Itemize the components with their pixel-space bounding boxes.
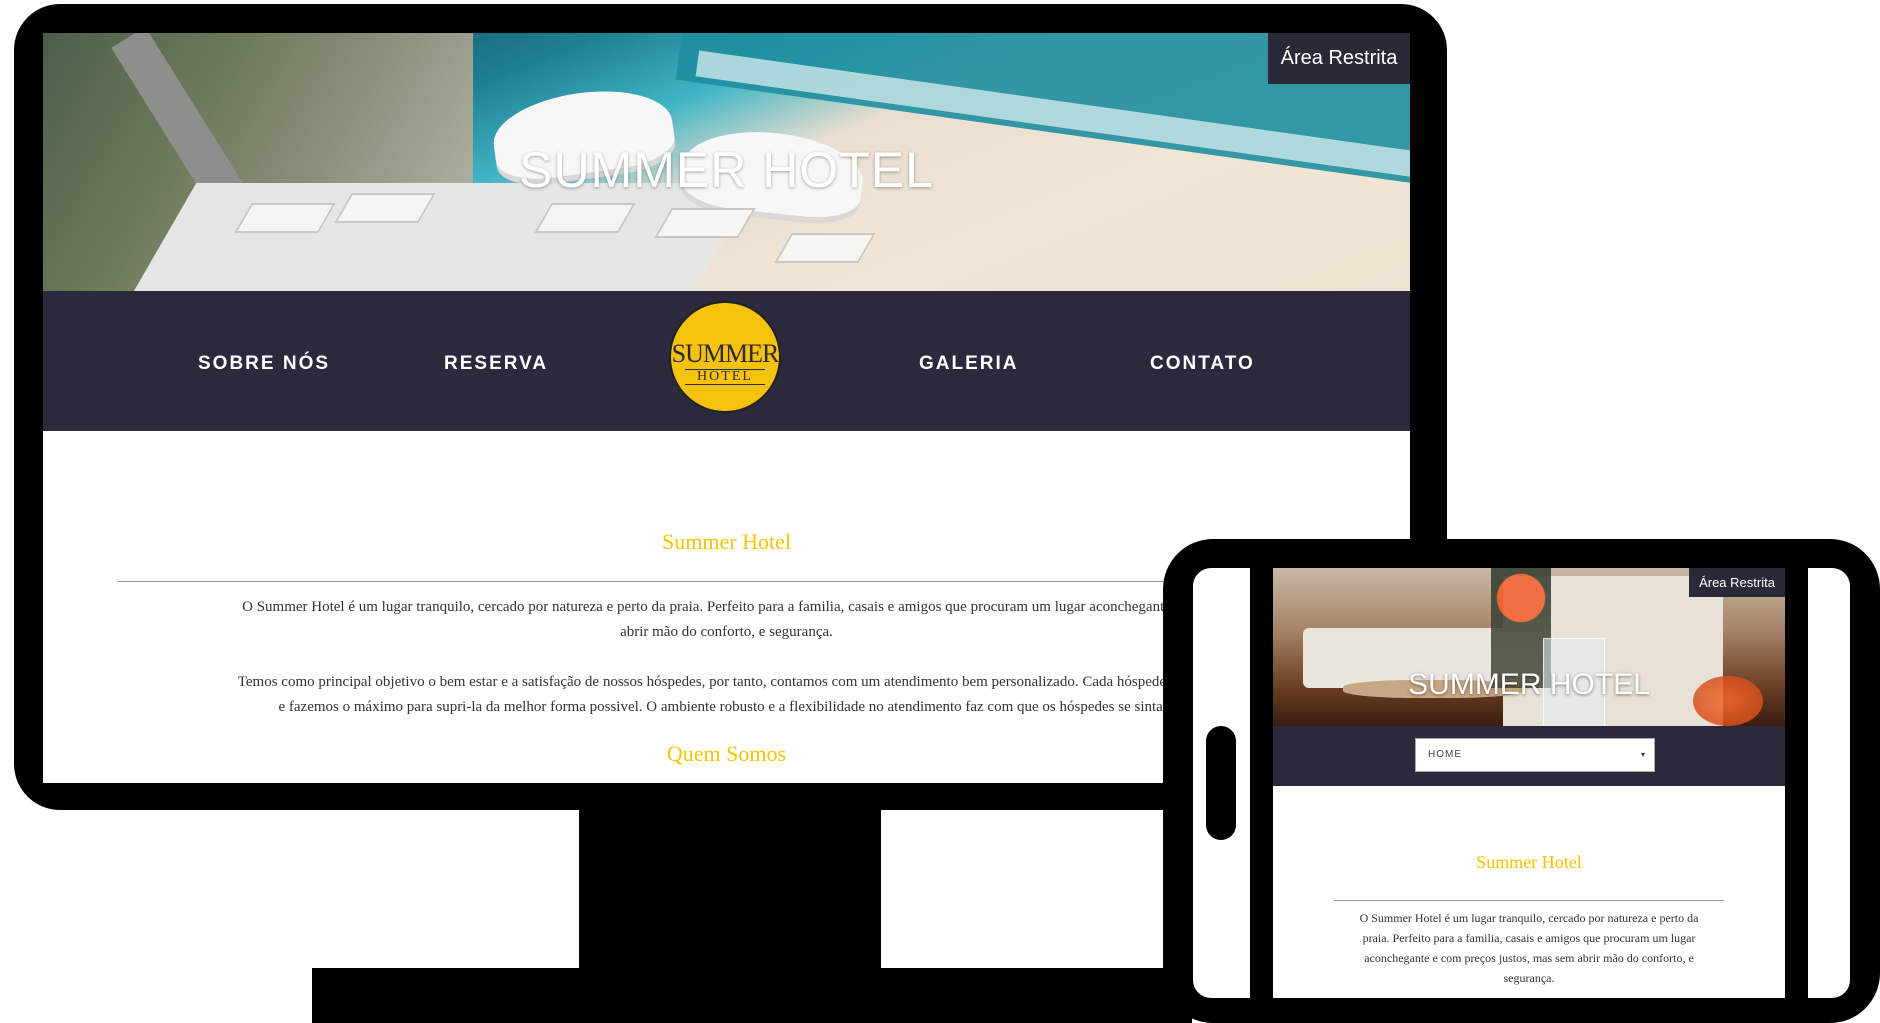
desktop-hero-banner: SUMMER HOTEL Área Restrita xyxy=(43,33,1410,291)
monitor-stand-base xyxy=(312,968,1192,1023)
tablet-nav-select[interactable]: HOME ▾ xyxy=(1415,738,1655,772)
tablet-hero-title: SUMMER HOTEL xyxy=(1408,668,1650,701)
desktop-nav-bar: SOBRE NÓS RESERVA SUMMER HOTEL GALERIA C… xyxy=(43,291,1410,431)
tablet-content: Summer Hotel O Summer Hotel é um lugar t… xyxy=(1273,786,1785,998)
nav-item-contato[interactable]: CONTATO xyxy=(1150,291,1255,431)
logo-text-summer: SUMMER xyxy=(671,339,780,368)
tablet-restricted-area-button[interactable]: Área Restrita xyxy=(1689,568,1785,597)
tablet-home-button xyxy=(1206,726,1236,840)
desktop-hero-title: SUMMER HOTEL xyxy=(519,142,934,198)
tablet-section-heading: Summer Hotel xyxy=(1476,852,1582,872)
tablet-paragraph-line-4: segurança. xyxy=(1503,971,1555,985)
tablet-nav-bar: HOME ▾ xyxy=(1273,726,1785,786)
hero-lounger xyxy=(534,203,636,233)
tablet-bezel-left xyxy=(1250,568,1273,998)
tablet-paragraph-line-3: aconchegante e com preços justos, mas se… xyxy=(1364,951,1694,965)
desktop-restricted-area-button[interactable]: Área Restrita xyxy=(1268,33,1410,84)
monitor-stand-neck xyxy=(579,810,881,970)
nav-item-sobre-nos[interactable]: SOBRE NÓS xyxy=(198,291,330,431)
hero-lounger xyxy=(774,233,876,263)
tablet-hero-banner: SUMMER HOTEL Área Restrita xyxy=(1273,568,1785,726)
tablet-nav-select-value: HOME xyxy=(1428,749,1462,760)
chevron-down-icon: ▾ xyxy=(1640,750,1646,759)
tablet-bezel-right xyxy=(1785,568,1808,998)
tablet-paragraph-line-2: praia. Perfeito para a familia, casais e… xyxy=(1362,931,1696,945)
heading-divider xyxy=(118,581,1338,582)
hero-lounger xyxy=(654,208,756,238)
nav-item-reserva[interactable]: RESERVA xyxy=(444,291,548,431)
tablet-paragraph-line-1: O Summer Hotel é um lugar tranquilo, cer… xyxy=(1359,911,1699,925)
tablet-screen: SUMMER HOTEL Área Restrita HOME ▾ Summer… xyxy=(1273,568,1785,998)
nav-item-galeria[interactable]: GALERIA xyxy=(919,291,1019,431)
summer-hotel-logo[interactable]: SUMMER HOTEL xyxy=(669,301,781,413)
logo-text-hotel: HOTEL xyxy=(685,369,765,385)
hero-lounger xyxy=(234,203,336,233)
tablet-heading-divider xyxy=(1334,900,1724,901)
